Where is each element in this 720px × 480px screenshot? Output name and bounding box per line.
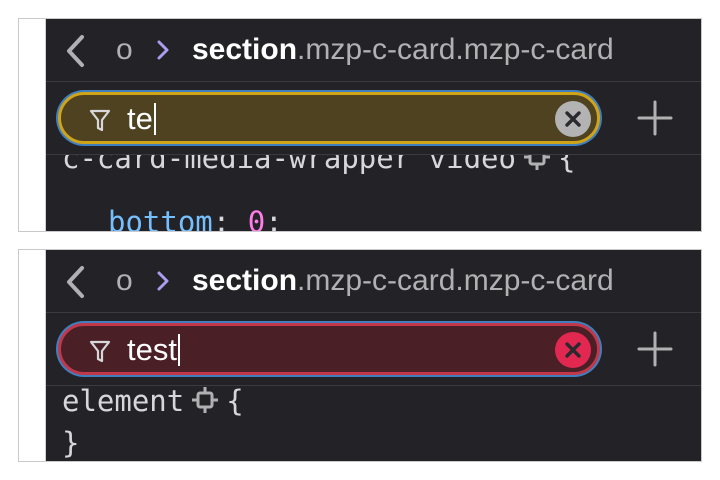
filter-toolbar: te (46, 82, 701, 154)
clear-filter-button[interactable] (555, 332, 591, 368)
rules-view: element{ } (46, 385, 701, 461)
breadcrumb-current[interactable]: section.mzp-c-card.mzp-c-card (192, 263, 614, 299)
node-target-icon[interactable] (190, 385, 220, 415)
plus-icon[interactable] (635, 98, 675, 138)
funnel-icon (89, 109, 111, 132)
breadcrumb-current[interactable]: section.mzp-c-card.mzp-c-card (192, 32, 614, 68)
text-caret (177, 334, 180, 366)
breadcrumb-tag: section (192, 264, 298, 297)
breadcrumb: o section.mzp-c-card.mzp-c-card (46, 19, 701, 82)
clear-filter-button[interactable] (555, 101, 591, 137)
rules-view: c-card-media-wrapper video{ bottom: 0; (46, 154, 701, 231)
chevron-left-icon (67, 266, 84, 298)
inspector-panel-error: o section.mzp-c-card.mzp-c-card test ele… (18, 249, 702, 462)
node-target-icon[interactable] (522, 154, 552, 172)
chevron-right-icon (157, 271, 169, 291)
breadcrumb-classes: .mzp-c-card.mzp-c-card (297, 33, 614, 66)
breadcrumb-tag: section (192, 33, 298, 66)
back-button[interactable] (58, 262, 94, 302)
rule-selector: element{ (62, 385, 244, 418)
left-gutter (19, 19, 46, 231)
close-icon (565, 342, 581, 358)
close-icon (565, 111, 581, 127)
filter-input[interactable]: test (127, 333, 180, 367)
filter-styles-field[interactable]: te (58, 92, 600, 144)
rule-declaration[interactable]: bottom: 0; (108, 205, 283, 231)
breadcrumb: o section.mzp-c-card.mzp-c-card (46, 250, 701, 313)
left-gutter (19, 250, 46, 461)
breadcrumb-previous[interactable]: o (116, 32, 133, 68)
funnel-icon (89, 340, 111, 363)
filter-toolbar: test (46, 313, 701, 385)
text-caret (153, 103, 156, 135)
filter-styles-field[interactable]: test (58, 323, 600, 375)
breadcrumb-previous[interactable]: o (116, 263, 133, 299)
chevron-right-icon (157, 40, 169, 60)
filter-input[interactable]: te (127, 102, 156, 136)
rule-selector: c-card-media-wrapper video{ (62, 154, 575, 175)
breadcrumb-classes: .mzp-c-card.mzp-c-card (297, 264, 614, 297)
inspector-panel-warning: o section.mzp-c-card.mzp-c-card te c-car… (18, 18, 702, 232)
chevron-left-icon (67, 35, 84, 67)
back-button[interactable] (58, 31, 94, 71)
rule-close: } (62, 426, 80, 460)
plus-icon[interactable] (635, 329, 675, 369)
